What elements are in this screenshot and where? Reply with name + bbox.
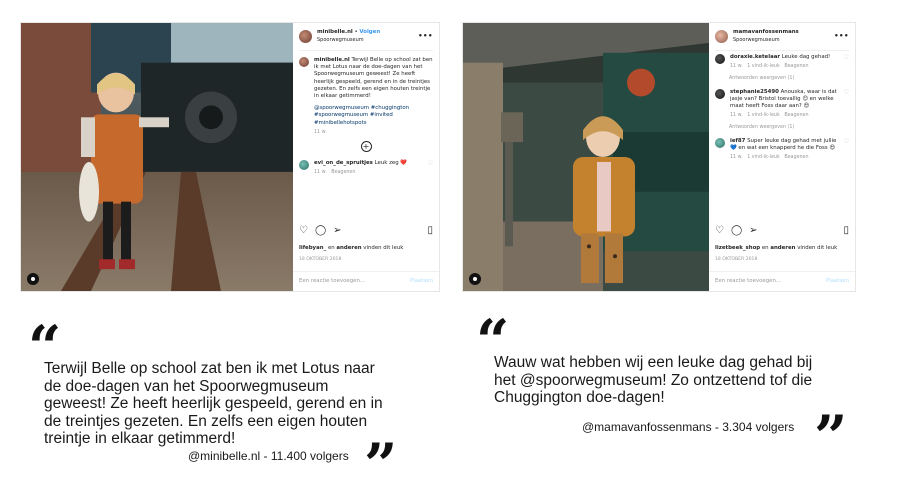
avatar[interactable]: [715, 30, 728, 43]
post-date: 18 OKTOBER 2018: [299, 257, 342, 262]
likes-user[interactable]: lizetbeek_shop: [715, 245, 760, 251]
caption-time: 11 w.: [314, 129, 327, 135]
comment-text: Leuke dag gehad!: [781, 54, 831, 60]
comment-username[interactable]: ief87: [730, 138, 745, 144]
comment-heart-icon[interactable]: ♡: [844, 89, 849, 120]
comment-item: stephanie25490 Anouska, waar is dat jasj…: [715, 88, 849, 120]
instagram-post-minibelle: minibelle.nl • Volgen Spoorwegmuseum •••…: [20, 22, 440, 292]
avatar[interactable]: [715, 88, 725, 99]
share-icon[interactable]: ➢: [333, 225, 341, 235]
post-comment-button[interactable]: Plaatsen: [826, 278, 849, 285]
close-quote-icon: ”: [364, 431, 397, 499]
bookmark-icon[interactable]: ▯: [843, 225, 849, 235]
comments-section: doraxie.ketelaar Leuke dag gehad! 11 w. …: [715, 51, 849, 223]
boy-at-train-photo: [463, 23, 709, 291]
likes-suffix: vinden dit leuk: [363, 245, 404, 251]
comment-username[interactable]: doraxie.ketelaar: [730, 54, 780, 60]
quote-author: @minibelle.nl - 11.400 volgers: [188, 449, 349, 463]
comment-likes[interactable]: 1 vind-ik-leuk: [747, 64, 780, 69]
comments-section: minibelle.nl Terwijl Belle op school zat…: [299, 51, 433, 223]
comment-text: Leuk zeg ❤️: [374, 160, 408, 167]
avatar[interactable]: [299, 160, 309, 171]
comment-item: doraxie.ketelaar Leuke dag gehad! 11 w. …: [715, 54, 849, 70]
avatar[interactable]: [715, 54, 725, 64]
comment-item: ief87 Super leuke dag gehad met jullie 💙…: [715, 137, 849, 162]
post-header: minibelle.nl • Volgen Spoorwegmuseum •••: [299, 23, 433, 51]
instagram-post-mamavanfossenmans: mamavanfossenmans Spoorwegmuseum ••• dor…: [462, 22, 856, 292]
post-sidebar: minibelle.nl • Volgen Spoorwegmuseum •••…: [293, 23, 439, 291]
likes-joiner: en: [327, 245, 335, 251]
heart-icon[interactable]: ♡: [299, 225, 308, 235]
add-comment-bar: Een reactie toevoegen... Plaatsen: [709, 271, 855, 291]
caption-username[interactable]: minibelle.nl: [314, 57, 350, 63]
share-icon[interactable]: ➢: [749, 225, 757, 235]
comment-text: Super leuke dag gehad met jullie 💙 en wa…: [730, 137, 837, 151]
likes-line: lifebyan_ en anderen vinden dit leuk: [299, 245, 433, 252]
location-link[interactable]: Spoorwegmuseum: [317, 37, 418, 44]
reply-button[interactable]: Beagenen: [784, 113, 808, 118]
likes-suffix: vinden dit leuk: [797, 245, 838, 251]
likes-others[interactable]: anderen: [770, 245, 795, 251]
heart-icon[interactable]: ♡: [715, 225, 724, 235]
avatar[interactable]: [715, 137, 725, 148]
comment-time: 11 w.: [730, 113, 743, 119]
user-tag-icon[interactable]: [27, 273, 39, 285]
quote-author: @mamavanfossenmans - 3.304 volgers: [582, 420, 795, 434]
action-bar: ♡ ◯ ➢ ▯: [715, 225, 849, 235]
comment-time: 11 w.: [314, 170, 327, 176]
avatar[interactable]: [299, 30, 312, 43]
comment-heart-icon[interactable]: ♡: [844, 138, 849, 162]
comment-input[interactable]: Een reactie toevoegen...: [299, 278, 365, 285]
ellipsis-icon[interactable]: •••: [834, 32, 849, 40]
reply-button[interactable]: Beagenen: [331, 170, 355, 175]
follow-button[interactable]: Volgen: [359, 29, 380, 35]
view-replies-link[interactable]: Antwoorden weergeven (1): [729, 75, 849, 82]
post-sidebar: mamavanfossenmans Spoorwegmuseum ••• dor…: [709, 23, 855, 291]
post-photo[interactable]: [21, 23, 293, 291]
header-text: minibelle.nl • Volgen Spoorwegmuseum: [317, 29, 418, 43]
bookmark-icon[interactable]: ▯: [427, 225, 433, 235]
location-link[interactable]: Spoorwegmuseum: [733, 37, 834, 44]
view-replies-link[interactable]: Antwoorden weergeven (1): [729, 124, 849, 131]
likes-line: lizetbeek_shop en anderen vinden dit leu…: [715, 245, 849, 252]
caption-hashtags[interactable]: @spoorwegmuseum #chuggington #spoorwegmu…: [314, 105, 433, 127]
reply-button[interactable]: Beagenen: [784, 64, 808, 69]
comment-username[interactable]: stephanie25490: [730, 89, 779, 95]
comment-time: 11 w.: [730, 155, 743, 161]
likes-others[interactable]: anderen: [336, 245, 361, 251]
comment-icon[interactable]: ◯: [315, 225, 326, 235]
post-header: mamavanfossenmans Spoorwegmuseum •••: [715, 23, 849, 51]
comment-input[interactable]: Een reactie toevoegen...: [715, 278, 781, 285]
add-comment-bar: Een reactie toevoegen... Plaatsen: [293, 271, 439, 291]
comment-time: 11 w.: [730, 64, 743, 70]
avatar[interactable]: [299, 57, 309, 67]
comment-icon[interactable]: ◯: [731, 225, 742, 235]
reply-button[interactable]: Beagenen: [784, 155, 808, 160]
likes-user[interactable]: lifebyan_: [299, 245, 326, 251]
comment-likes[interactable]: 1 vind-ik-leuk: [747, 155, 780, 160]
close-quote-icon: ”: [814, 403, 847, 471]
quote-text: Wauw wat hebben wij een leuke dag gehad …: [494, 354, 813, 406]
girl-at-train-photo: [21, 23, 293, 291]
comment-heart-icon[interactable]: ♡: [428, 160, 433, 176]
quote-text: Terwijl Belle op school zat ben ik met L…: [44, 360, 383, 447]
ellipsis-icon[interactable]: •••: [418, 32, 433, 40]
username[interactable]: minibelle.nl: [317, 29, 353, 35]
username[interactable]: mamavanfossenmans: [733, 29, 799, 35]
post-comment-button[interactable]: Plaatsen: [410, 278, 433, 285]
comment-heart-icon[interactable]: ♡: [844, 54, 849, 70]
caption-text: Terwijl Belle op school zat ben ik met L…: [314, 57, 433, 100]
comment-username[interactable]: evi_on_de_spruitjes: [314, 160, 373, 166]
user-tag-icon[interactable]: [469, 273, 481, 285]
comment-item: evi_on_de_spruitjes Leuk zeg ❤️ 11 w. Be…: [299, 160, 433, 176]
likes-joiner: en: [761, 245, 769, 251]
header-text: mamavanfossenmans Spoorwegmuseum: [733, 29, 834, 43]
post-date: 18 OKTOBER 2018: [715, 257, 758, 262]
caption: minibelle.nl Terwijl Belle op school zat…: [299, 57, 433, 136]
comment-likes[interactable]: 1 vind-ik-leuk: [747, 113, 780, 118]
post-photo[interactable]: [463, 23, 709, 291]
plus-circle-icon[interactable]: +: [360, 141, 372, 153]
action-bar: ♡ ◯ ➢ ▯: [299, 225, 433, 235]
